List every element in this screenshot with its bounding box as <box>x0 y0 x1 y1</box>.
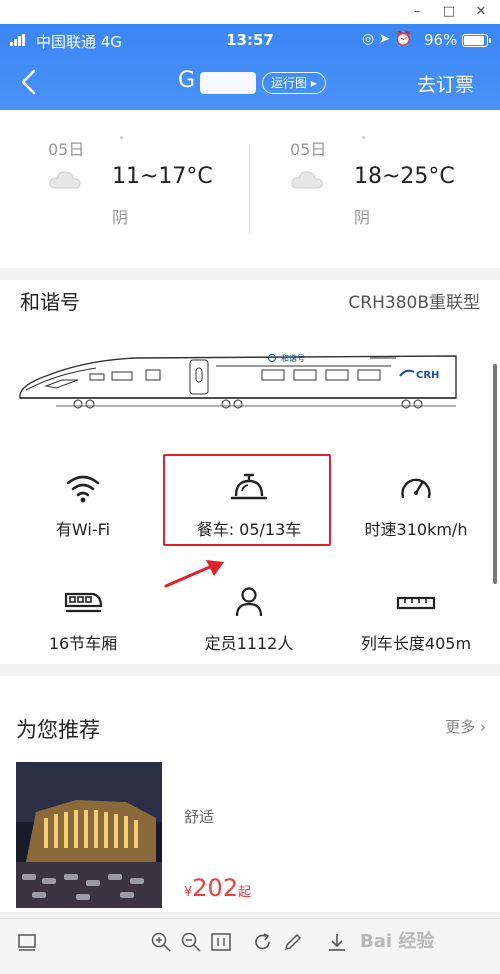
feature-cars: 16节车厢 <box>0 586 166 654</box>
minimize-icon[interactable]: – <box>406 3 428 21</box>
train-brand-name: 和谐号 <box>20 290 80 314</box>
feature-label: 有Wi-Fi <box>55 520 111 539</box>
faint-text <box>362 136 365 139</box>
weather-arrival: 05日 18~25°C 阴 <box>242 110 492 268</box>
cloud-icon <box>49 171 81 189</box>
image-viewer-toolbar: Bai 经验 <box>0 918 500 974</box>
weather-condition: 阴 <box>112 208 129 227</box>
download-icon[interactable] <box>326 931 348 953</box>
more-link[interactable]: 更多 › <box>445 716 486 737</box>
train-icon <box>64 592 103 613</box>
page-view-icon[interactable] <box>16 931 38 953</box>
weather-date: 05日 <box>48 140 85 159</box>
nav-bar: G 运行图 ▸ 去订票 <box>0 58 500 110</box>
faint-text <box>120 136 123 139</box>
person-icon <box>235 587 263 617</box>
train-logo-text: 和谐号 <box>281 353 305 363</box>
hotel-price: ¥202起 <box>184 874 251 902</box>
watermark-text: Bai 经验 <box>360 931 435 952</box>
battery-fill <box>464 36 485 45</box>
feature-wifi: 有Wi-Fi <box>0 472 166 540</box>
location-icon: ◎ <box>362 31 375 47</box>
feature-label: 定员1112人 <box>204 634 294 653</box>
train-info-card: 和谐号 CRH380B重联型 和谐号 CRH 有Wi-Fi 餐车: 05/13车… <box>0 280 500 664</box>
train-illustration: 和谐号 CRH <box>19 353 457 409</box>
weather-card: 05日 11~17°C 阴 05日 18~25°C 阴 <box>0 110 500 268</box>
chevron-left-icon <box>21 69 36 95</box>
weather-temp: 11~17°C <box>112 164 213 189</box>
more-label: 更多 <box>445 718 476 736</box>
zoom-out-icon[interactable] <box>180 931 202 953</box>
play-icon: ▸ <box>310 76 317 90</box>
zoom-in-icon[interactable] <box>150 931 172 953</box>
section-title: 为您推荐 <box>16 718 100 742</box>
speedometer-icon <box>401 478 431 499</box>
train-model: CRH380B重联型 <box>348 293 480 313</box>
annotation-arrow <box>164 560 224 588</box>
route-map-label: 运行图 <box>271 76 308 90</box>
redacted-train-number <box>200 72 256 94</box>
window-title-bar: – □ ✕ <box>0 0 500 24</box>
back-button[interactable] <box>14 66 46 98</box>
ruler-icon <box>396 596 436 610</box>
maximize-icon[interactable]: □ <box>438 3 460 21</box>
weather-condition: 阴 <box>354 208 371 227</box>
price-value: 202 <box>192 874 239 902</box>
pen-icon[interactable] <box>282 931 304 953</box>
train-number: G <box>178 68 196 93</box>
status-icons: ◎ ➤ ⏰ <box>362 31 412 47</box>
crh-logo-text: CRH <box>416 370 439 381</box>
feature-speed: 时速310km/h <box>333 472 499 540</box>
actual-size-icon[interactable] <box>210 931 232 953</box>
status-bar: 中国联通 4G 13:57 ◎ ➤ ⏰ 96% <box>0 24 500 58</box>
battery-percent: 96% <box>424 31 458 49</box>
feature-label: 列车长度405m <box>360 634 472 653</box>
battery-icon <box>462 34 491 47</box>
feature-length: 列车长度405m <box>333 586 499 654</box>
buy-ticket-button[interactable]: 去订票 <box>417 70 474 97</box>
cloud-icon <box>291 171 323 189</box>
price-suffix: 起 <box>238 885 252 900</box>
weather-departure: 05日 11~17°C 阴 <box>0 110 250 268</box>
rotate-icon[interactable] <box>252 931 274 953</box>
hotel-name-faint <box>184 780 364 782</box>
weather-date: 05日 <box>290 140 327 159</box>
annotation-highlight-box <box>163 454 331 546</box>
hotel-photo[interactable] <box>16 762 162 908</box>
wifi-icon <box>66 475 100 503</box>
alarm-icon: ⏰ <box>394 31 413 47</box>
weather-temp: 18~25°C <box>354 164 455 189</box>
hotel-tag: 舒适 <box>184 808 215 826</box>
chevron-right-icon: › <box>480 718 486 736</box>
route-map-button[interactable]: 运行图 ▸ <box>262 72 326 94</box>
app-header: 中国联通 4G 13:57 ◎ ➤ ⏰ 96% G 运行图 ▸ 去订票 <box>0 24 500 110</box>
navigation-icon: ➤ <box>378 31 391 47</box>
feature-label: 时速310km/h <box>364 520 468 539</box>
feature-capacity: 定员1112人 <box>166 586 332 654</box>
recommend-section: 为您推荐 更多 › 舒适 ¥202起 <box>0 676 500 912</box>
scrollbar[interactable] <box>493 364 497 584</box>
close-icon[interactable]: ✕ <box>470 3 492 21</box>
feature-label: 16节车厢 <box>48 634 118 653</box>
